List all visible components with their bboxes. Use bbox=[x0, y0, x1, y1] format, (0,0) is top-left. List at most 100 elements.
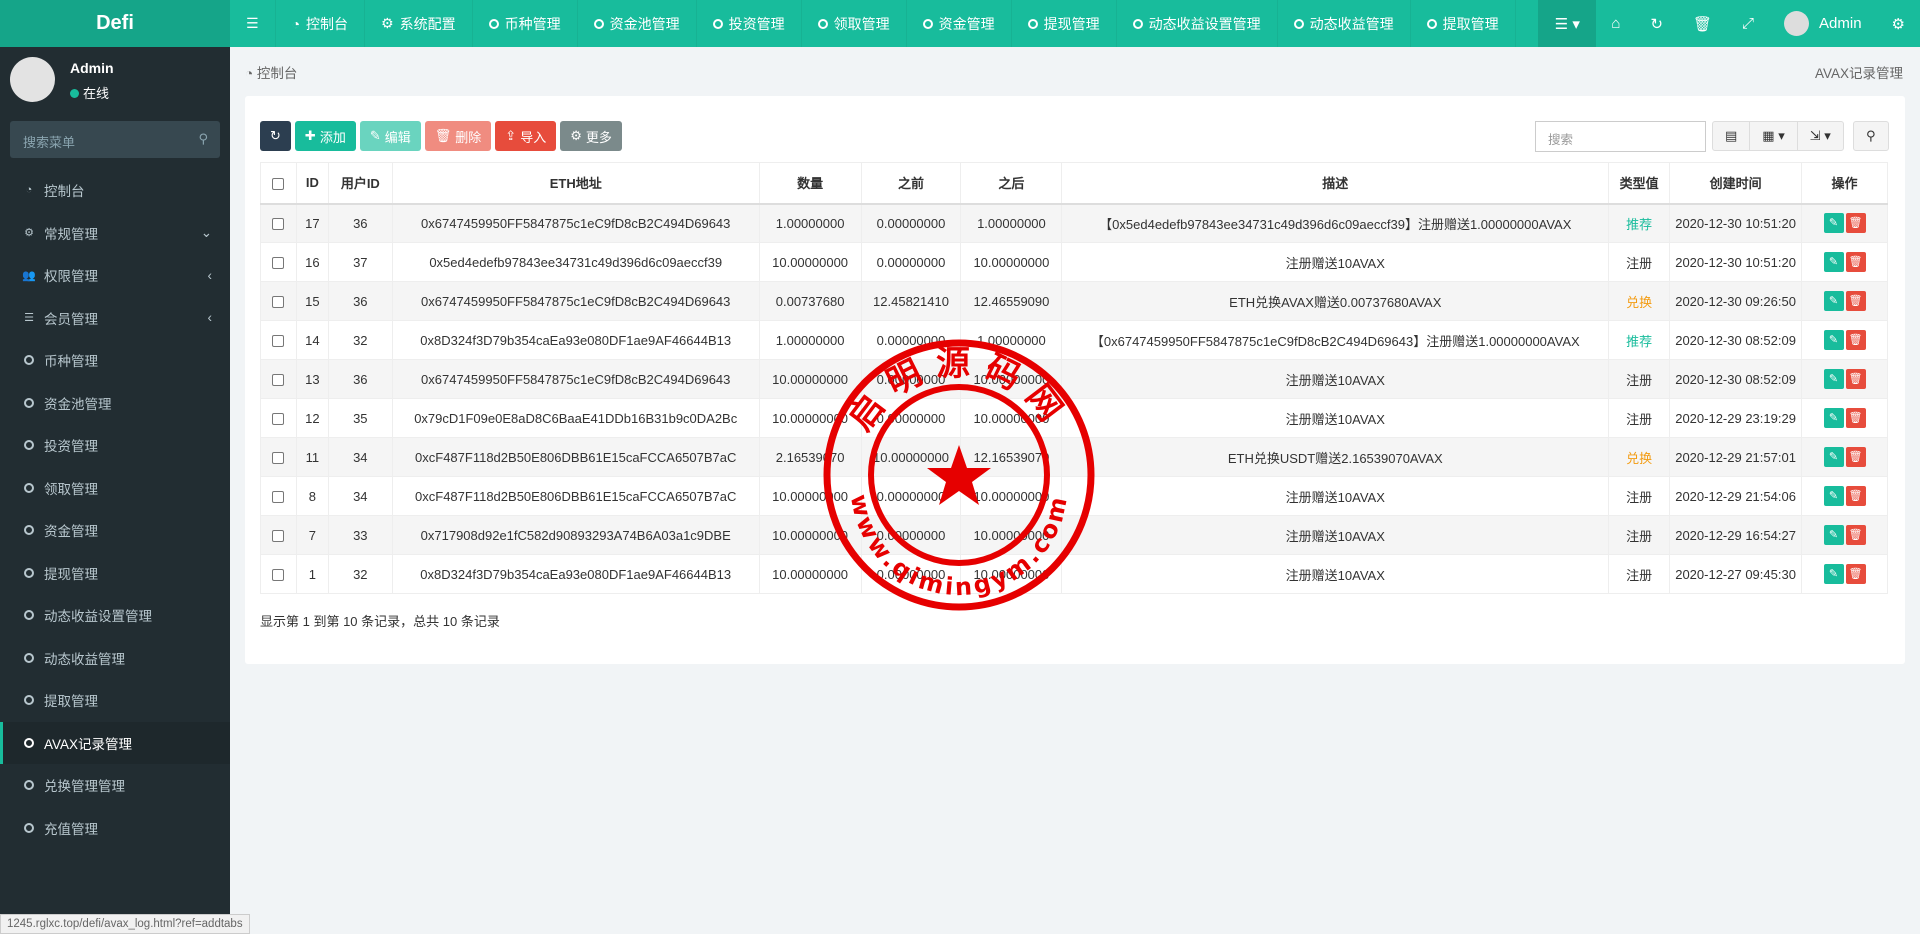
sidebar-item[interactable]: 提现管理 bbox=[0, 552, 230, 595]
row-checkbox[interactable] bbox=[272, 569, 285, 582]
delete-row-button[interactable]: 🗑 bbox=[1845, 525, 1866, 545]
edit-row-button[interactable]: ✎ bbox=[1823, 291, 1844, 311]
more-button[interactable]: ⚙ 更多 bbox=[560, 121, 622, 151]
row-checkbox[interactable] bbox=[272, 257, 285, 270]
delete-row-button[interactable]: 🗑 bbox=[1845, 252, 1866, 272]
table-row[interactable]: 8 34 0xcF487F118d2B50E806DBB61E15caFCCA650… bbox=[260, 476, 1888, 516]
sidebar-item[interactable]: 充值管理 bbox=[0, 807, 230, 850]
clear-cache-button[interactable]: 🗑 bbox=[1678, 0, 1727, 47]
delete-row-button[interactable]: 🗑 bbox=[1845, 330, 1866, 350]
edit-button[interactable]: ✎ 编辑 bbox=[359, 121, 421, 151]
topnav-item[interactable]: 提现管理 bbox=[1012, 0, 1117, 47]
select-all-checkbox[interactable] bbox=[260, 162, 297, 205]
row-checkbox[interactable] bbox=[272, 296, 285, 309]
topnav-item[interactable]: 投资管理 bbox=[697, 0, 802, 47]
sidebar-item[interactable]: AVAX记录管理 bbox=[0, 721, 230, 764]
delete-row-button[interactable]: 🗑 bbox=[1845, 564, 1866, 584]
row-checkbox[interactable] bbox=[272, 491, 285, 504]
user-menu[interactable]: Admin bbox=[1769, 0, 1877, 47]
table-search-input[interactable]: 搜索 bbox=[1535, 121, 1706, 152]
table-row[interactable]: 16 37 0x5ed4edefb97843ee34731c49d396d6c09a… bbox=[260, 242, 1888, 282]
table-row[interactable]: 7 33 0x717908d92e1fC582d90893293A74B6A03a1… bbox=[260, 515, 1888, 555]
column-header[interactable]: 操作 bbox=[1801, 162, 1888, 205]
edit-row-button[interactable]: ✎ bbox=[1823, 447, 1844, 467]
edit-row-button[interactable]: ✎ bbox=[1823, 330, 1844, 350]
topnav-item[interactable]: 提取管理 bbox=[1411, 0, 1516, 47]
nav-menu-dropdown[interactable]: ☰ ▾ bbox=[1538, 0, 1597, 47]
row-checkbox[interactable] bbox=[272, 413, 285, 426]
delete-row-button[interactable]: 🗑 bbox=[1845, 408, 1866, 428]
refresh-button[interactable]: ↻ bbox=[1635, 0, 1678, 47]
topnav-item[interactable]: 币种管理 bbox=[473, 0, 578, 47]
topnav-item[interactable]: 资金池管理 bbox=[578, 0, 697, 47]
edit-row-button[interactable]: ✎ bbox=[1823, 369, 1844, 389]
sidebar-item[interactable]: 资金管理 bbox=[0, 509, 230, 552]
topnav-item[interactable]: ⚙ 系统配置 bbox=[365, 0, 473, 47]
settings-button[interactable]: ⚙ bbox=[1877, 0, 1920, 47]
delete-row-button[interactable]: 🗑 bbox=[1845, 447, 1866, 467]
row-checkbox[interactable] bbox=[272, 374, 285, 387]
delete-row-button[interactable]: 🗑 bbox=[1845, 486, 1866, 506]
column-header[interactable]: 类型值 bbox=[1608, 162, 1671, 205]
table-row[interactable]: 1 32 0x8D324f3D79b354caEa93e080DF1ae9AF466… bbox=[260, 554, 1888, 594]
add-button[interactable]: ✚ 添加 bbox=[294, 121, 356, 151]
column-header[interactable]: 用户ID bbox=[327, 162, 393, 205]
column-header[interactable]: 数量 bbox=[758, 162, 862, 205]
delete-row-button[interactable]: 🗑 bbox=[1845, 291, 1866, 311]
sidebar-toggle-button[interactable]: ☰ bbox=[230, 0, 276, 47]
sidebar-item[interactable]: ☰ 会员管理 ‹ bbox=[0, 297, 230, 340]
table-row[interactable]: 15 36 0x6747459950FF5847875c1eC9fD8cB2C494… bbox=[260, 281, 1888, 321]
row-checkbox[interactable] bbox=[272, 218, 285, 231]
sidebar-item[interactable]: 资金池管理 bbox=[0, 382, 230, 425]
column-header[interactable]: 描述 bbox=[1061, 162, 1610, 205]
sidebar-item[interactable]: 👥 权限管理 ‹ bbox=[0, 254, 230, 297]
topnav-item[interactable]: 动态收益设置管理 bbox=[1117, 0, 1278, 47]
home-button[interactable]: ⌂ bbox=[1596, 0, 1635, 47]
refresh-button[interactable]: ↻ bbox=[260, 121, 291, 151]
sidebar-item[interactable]: 投资管理 bbox=[0, 424, 230, 467]
advanced-search-button[interactable]: ⚲ bbox=[1853, 121, 1889, 151]
edit-row-button[interactable]: ✎ bbox=[1823, 564, 1844, 584]
delete-row-button[interactable]: 🗑 bbox=[1845, 213, 1866, 234]
topnav-item[interactable]: 资金管理 bbox=[907, 0, 1012, 47]
columns-dropdown[interactable]: ▦ ▾ bbox=[1750, 122, 1798, 150]
edit-row-button[interactable]: ✎ bbox=[1823, 486, 1844, 506]
column-header[interactable]: ETH地址 bbox=[391, 162, 760, 205]
breadcrumb-home[interactable]: 控制台 bbox=[257, 66, 298, 81]
delete-button[interactable]: 🗑 删除 bbox=[424, 121, 492, 151]
column-header[interactable]: 之前 bbox=[860, 162, 962, 205]
row-checkbox[interactable] bbox=[272, 335, 285, 348]
sidebar-item[interactable]: 动态收益设置管理 bbox=[0, 594, 230, 637]
fullscreen-button[interactable]: ⤢ bbox=[1727, 0, 1769, 47]
export-dropdown[interactable]: ⇲ ▾ bbox=[1798, 122, 1843, 150]
sidebar-item[interactable]: 提取管理 bbox=[0, 679, 230, 722]
column-header[interactable]: 之后 bbox=[960, 162, 1063, 205]
row-checkbox[interactable] bbox=[272, 452, 285, 465]
sidebar-item[interactable]: 领取管理 bbox=[0, 467, 230, 510]
table-row[interactable]: 12 35 0x79cD1F09e0E8aD8C6BaaE41DDb16B31b9c… bbox=[260, 398, 1888, 438]
column-header[interactable]: ID bbox=[295, 162, 329, 205]
table-row[interactable]: 13 36 0x6747459950FF5847875c1eC9fD8cB2C494… bbox=[260, 359, 1888, 399]
table-row[interactable]: 11 34 0xcF487F118d2B50E806DBB61E15caFCCA65… bbox=[260, 437, 1888, 477]
row-checkbox[interactable] bbox=[272, 530, 285, 543]
edit-row-button[interactable]: ✎ bbox=[1823, 408, 1844, 428]
sidebar-item[interactable]: 动态收益管理 bbox=[0, 637, 230, 680]
topnav-item[interactable]: 动态收益管理 bbox=[1278, 0, 1411, 47]
edit-row-button[interactable]: ✎ bbox=[1823, 525, 1844, 545]
app-logo[interactable]: Defi bbox=[0, 0, 230, 47]
sidebar-item[interactable]: 币种管理 bbox=[0, 339, 230, 382]
toggle-view-button[interactable]: ▤ bbox=[1713, 122, 1751, 150]
sidebar-item[interactable]: ◔ 控制台 bbox=[0, 169, 230, 212]
sidebar-item[interactable]: ⚙ 常规管理 ⌄ bbox=[0, 212, 230, 255]
column-header[interactable]: 创建时间 bbox=[1669, 162, 1803, 205]
table-row[interactable]: 17 36 0x6747459950FF5847875c1eC9fD8cB2C494… bbox=[260, 203, 1888, 243]
topnav-item[interactable]: ◔ 控制台 bbox=[276, 0, 366, 47]
topnav-item[interactable]: 领取管理 bbox=[802, 0, 907, 47]
sidebar-item[interactable]: 兑换管理管理 bbox=[0, 764, 230, 807]
edit-row-button[interactable]: ✎ bbox=[1823, 213, 1844, 234]
table-row[interactable]: 14 32 0x8D324f3D79b354caEa93e080DF1ae9AF46… bbox=[260, 320, 1888, 360]
import-button[interactable]: ⇪ 导入 bbox=[495, 121, 557, 151]
edit-row-button[interactable]: ✎ bbox=[1823, 252, 1844, 272]
delete-row-button[interactable]: 🗑 bbox=[1845, 369, 1866, 389]
menu-search-input[interactable]: 搜索菜单 ⚲ bbox=[10, 121, 220, 158]
